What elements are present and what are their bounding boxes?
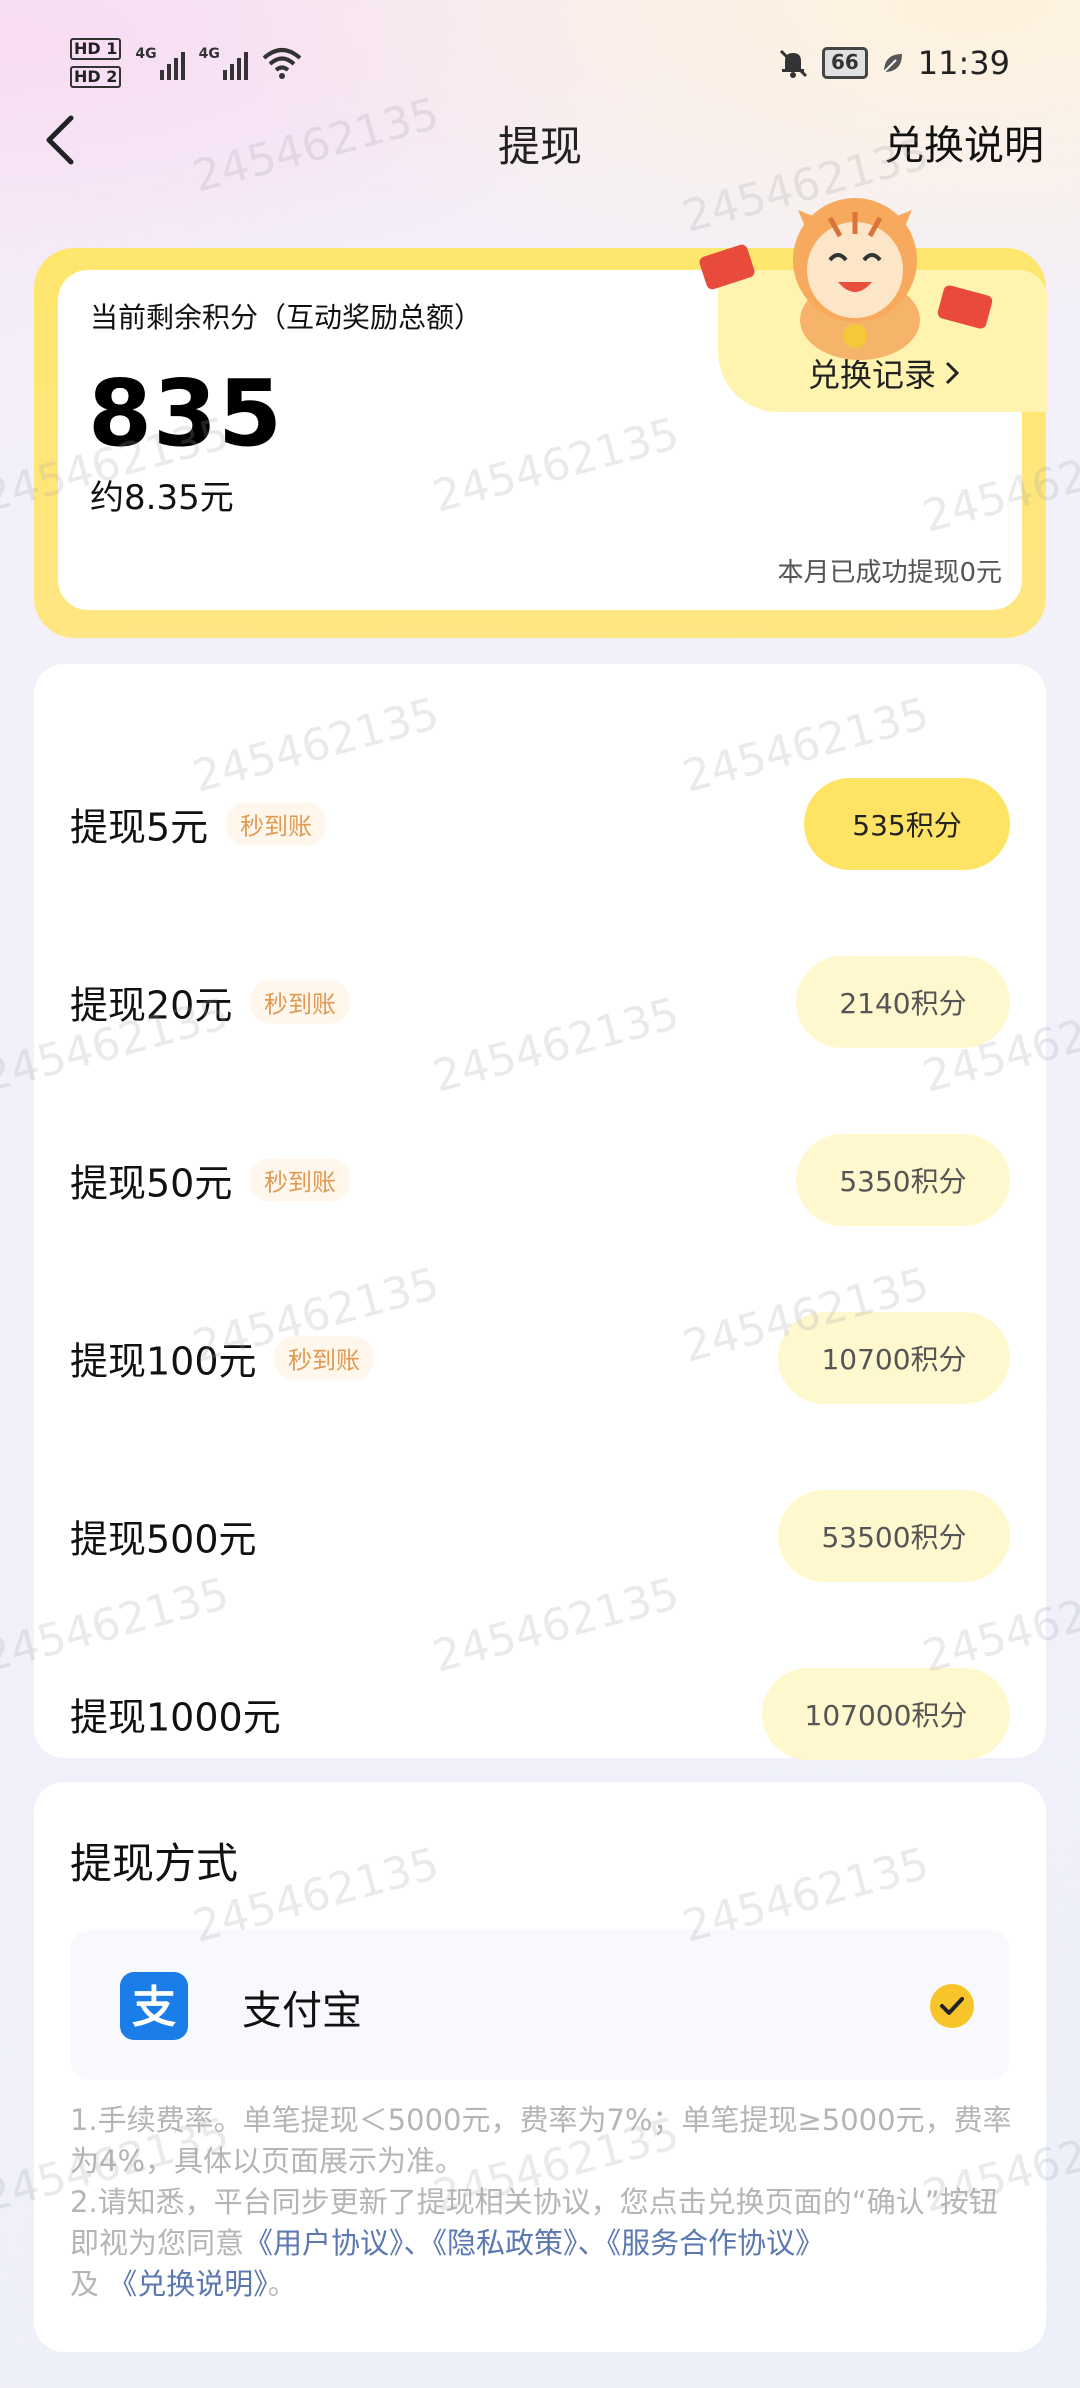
tiger-mascot-icon: [699, 198, 993, 360]
signal-1-label: 4G: [135, 46, 157, 62]
status-time: 11:39: [917, 44, 1010, 82]
withdraw-option-name: 提现50元: [70, 1161, 233, 1206]
instant-badge: 秒到账: [250, 1158, 350, 1202]
hd-indicators: HD 1 HD 2: [70, 38, 122, 88]
signal-2-label: 4G: [198, 46, 220, 62]
withdraw-option-row[interactable]: 提现1000元 107000积分: [34, 1654, 1046, 1774]
withdraw-cost-button[interactable]: 5350积分: [796, 1134, 1010, 1226]
alipay-label: 支付宝: [242, 1988, 362, 2034]
exchange-explain-note-link[interactable]: 《兑换说明》: [108, 2267, 268, 2301]
instant-badge: 秒到账: [250, 980, 350, 1024]
withdraw-option-row[interactable]: 提现100元 秒到账 10700积分: [34, 1298, 1046, 1418]
selected-check-icon: [930, 1984, 974, 2028]
signal-1-icon: 4G: [135, 46, 185, 80]
hd1-icon: HD 1: [70, 38, 122, 60]
withdraw-cost-button[interactable]: 535积分: [804, 778, 1010, 870]
and-text: 及: [70, 2267, 109, 2301]
instant-badge: 秒到账: [226, 802, 326, 846]
withdraw-cost-button[interactable]: 2140积分: [796, 956, 1010, 1048]
hd2-icon: HD 2: [70, 66, 122, 88]
wifi-icon: [262, 48, 302, 79]
bell-muted-icon: [779, 49, 807, 78]
method-title: 提现方式: [70, 1839, 239, 1888]
withdraw-options-card: 提现5元 秒到账 535积分 提现20元 秒到账 2140积分 提现50元 秒到…: [34, 664, 1046, 1760]
privacy-policy-link[interactable]: 《隐私政策》: [433, 2226, 578, 2260]
status-right: 66 11:39: [776, 44, 1010, 82]
status-bar: HD 1 HD 2 4G 4G 66 11:39: [0, 0, 1080, 120]
withdraw-option-row[interactable]: 提现20元 秒到账 2140积分: [34, 942, 1046, 1062]
withdraw-option-name: 提现500元: [70, 1517, 257, 1562]
balance-yuan: 约8.35元: [90, 478, 234, 518]
withdraw-cost-button[interactable]: 107000积分: [762, 1668, 1010, 1760]
instant-badge: 秒到账: [274, 1336, 374, 1380]
withdraw-option-name: 提现1000元: [70, 1695, 281, 1740]
note-end: 。: [267, 2267, 297, 2301]
withdraw-option-name: 提现20元: [70, 983, 233, 1028]
status-left: HD 1 HD 2 4G 4G: [70, 38, 302, 88]
alipay-logo-icon: 支: [120, 1972, 188, 2040]
withdraw-method-card: 提现方式 支 支付宝 1.手续费率。单笔提现＜5000元，费率为7%；单笔提现≥…: [34, 1782, 1046, 2352]
alipay-option[interactable]: 支 支付宝: [70, 1930, 1010, 2080]
withdraw-option-row[interactable]: 提现50元 秒到账 5350积分: [34, 1120, 1046, 1240]
balance-points: 835: [88, 360, 284, 467]
exchange-explain-link[interactable]: 兑换说明: [884, 113, 1044, 171]
agreement-note: 2.请知悉，平台同步更新了提现相关协议，您点击兑换页面的“确认”按钮即视为您同意…: [70, 2182, 1020, 2305]
signal-2-icon: 4G: [199, 46, 248, 80]
withdraw-notes: 1.手续费率。单笔提现＜5000元，费率为7%；单笔提现≥5000元，费率为4%…: [70, 2100, 1020, 2305]
service-agreement-link[interactable]: 《服务合作协议》: [607, 2226, 825, 2260]
withdraw-option-name: 提现5元: [70, 805, 209, 850]
separator: 、: [403, 2226, 433, 2260]
battery-icon: 66: [821, 47, 868, 79]
user-agreement-link[interactable]: 《用户协议》: [244, 2226, 404, 2260]
chevron-right-icon: [945, 361, 960, 385]
fee-note: 1.手续费率。单笔提现＜5000元，费率为7%；单笔提现≥5000元，费率为4%…: [70, 2103, 1012, 2178]
withdraw-cost-button[interactable]: 53500积分: [778, 1490, 1010, 1582]
balance-label: 当前剩余积分（互动奖励总额）: [90, 301, 483, 334]
withdraw-cost-button[interactable]: 10700积分: [778, 1312, 1010, 1404]
separator: 、: [577, 2226, 607, 2260]
withdraw-option-name: 提现100元: [70, 1339, 257, 1384]
withdraw-option-row[interactable]: 提现5元 秒到账 535积分: [34, 764, 1046, 884]
leaf-icon: [883, 54, 902, 73]
svg-text:支: 支: [132, 1982, 176, 2033]
month-withdraw-status: 本月已成功提现0元: [777, 558, 1002, 588]
withdraw-option-row[interactable]: 提现500元 53500积分: [34, 1476, 1046, 1596]
